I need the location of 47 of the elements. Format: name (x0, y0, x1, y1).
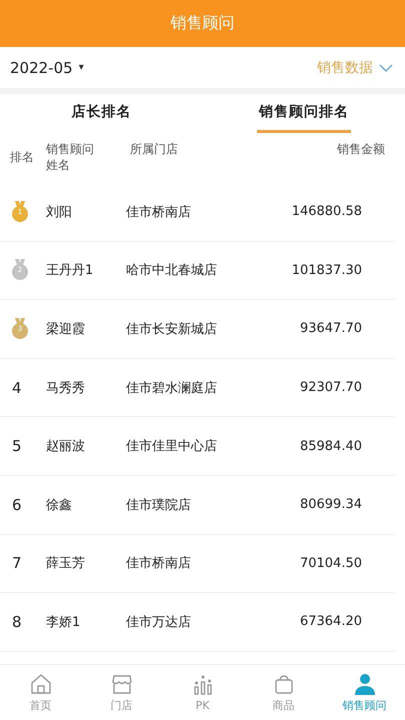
person-icon (352, 672, 376, 696)
sales-amount: 146880.58 (290, 204, 362, 220)
advisor-name: 梁迎霞 (46, 320, 86, 338)
column-header: 所属门店 (130, 141, 179, 157)
rank-number: 8 (11, 612, 23, 631)
sales-amount: 92307.70 (298, 380, 362, 396)
store-name: 佳市桥南店 (126, 555, 192, 572)
rank-number: 4 (11, 378, 23, 397)
nav-tab[interactable]: 商品 (243, 665, 324, 720)
store-name: 佳市佳里中心店 (126, 438, 218, 456)
advisor-name: 刘阳 (46, 204, 73, 221)
sales-amount: 70104.50 (298, 556, 362, 571)
nav-tab[interactable]: 销售顾问 (324, 665, 405, 720)
store-name: 佳市长安新城店 (126, 320, 218, 338)
month-picker[interactable]: 2022-05 ▾ (10, 58, 84, 76)
rank-number: 7 (11, 554, 23, 572)
advisor-name: 赵丽波 (46, 438, 86, 456)
advisor-name: 徐鑫 (46, 496, 73, 514)
caret-icon: ▾ (78, 62, 84, 73)
column-header: 销售顾问姓名 (46, 141, 95, 173)
column-header: 销售金额 (337, 141, 385, 157)
advisor-name: 李娇1 (46, 614, 82, 631)
page-title: 销售顾问 (170, 13, 234, 34)
advisor-name: 薛玉芳 (46, 555, 86, 572)
sales-amount: 93647.70 (298, 321, 362, 336)
nav-tab[interactable]: PK (162, 665, 243, 720)
store-name: 佳市碧水澜庭店 (126, 380, 218, 397)
sales-amount: 80699.34 (298, 497, 362, 512)
ranking-tab[interactable]: 店长排名 (69, 94, 134, 133)
data-type-dropdown[interactable]: 销售数据 (317, 58, 393, 76)
sales-amount: 101837.30 (290, 262, 362, 278)
rank-number: 5 (11, 437, 23, 456)
nav-tab[interactable]: 首页 (0, 665, 81, 720)
advisor-name: 马秀秀 (46, 380, 86, 397)
rank-number: 6 (11, 496, 23, 514)
store-name: 佳市万达店 (126, 614, 192, 631)
sales-amount: 85984.40 (298, 438, 362, 454)
store-name: 佳市桥南店 (126, 204, 192, 221)
chevron-down-icon (379, 62, 393, 72)
ranking-tab[interactable]: 销售顾问排名 (256, 94, 351, 133)
home-icon (28, 672, 52, 696)
nav-tab[interactable]: 门店 (81, 665, 162, 720)
sales-amount: 67364.20 (298, 614, 362, 630)
store-name: 哈市中北春城店 (126, 262, 218, 280)
store-name: 佳市璞院店 (126, 496, 192, 514)
column-header: 排名 (10, 149, 35, 165)
advisor-name: 王丹丹1 (46, 262, 94, 280)
